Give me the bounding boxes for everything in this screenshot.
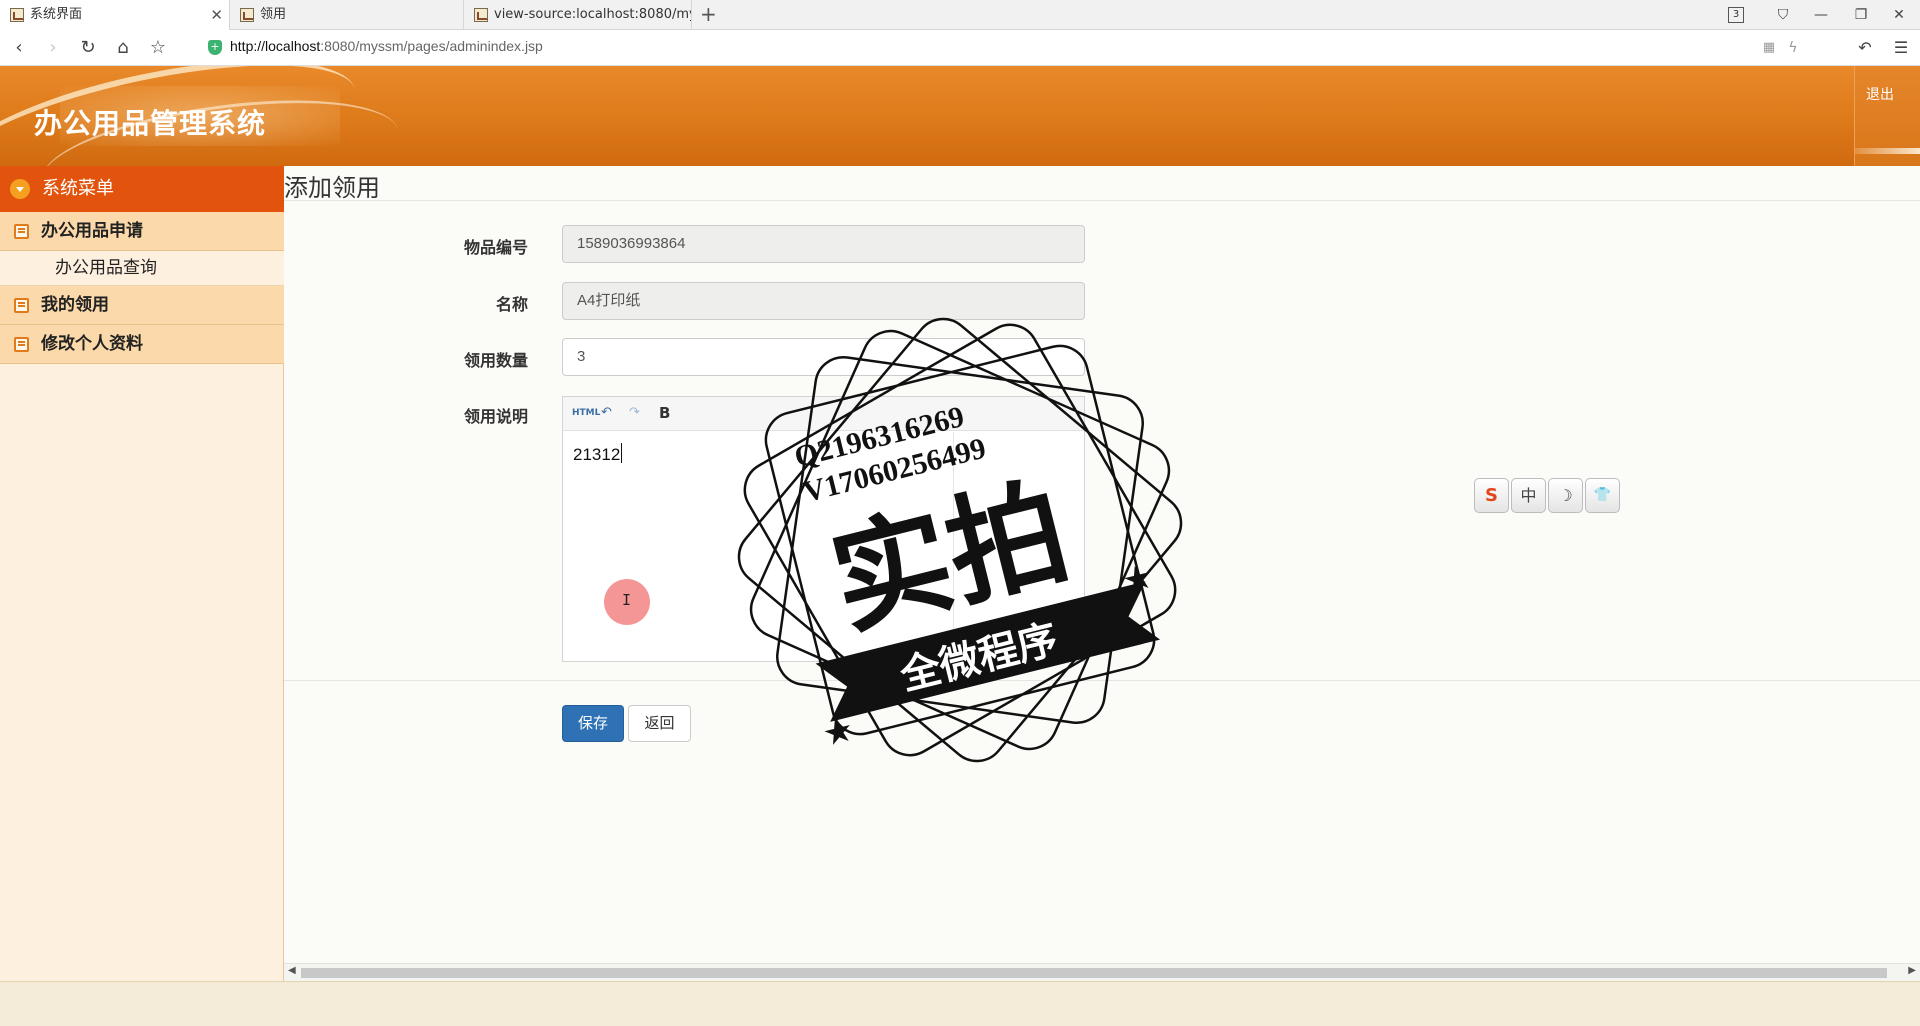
sogou-logo-icon[interactable]: S: [1474, 478, 1509, 513]
bookmark-star-icon[interactable]: ☆: [145, 35, 171, 61]
sidebar-group-label: 修改个人资料: [41, 334, 143, 354]
browser-nav-bar: ‹ › ↻ ⌂ ☆ + http://localhost:8080/myssm/…: [0, 30, 1920, 66]
lightning-icon[interactable]: ϟ: [1780, 35, 1806, 61]
sidebar-group-label: 我的领用: [41, 295, 109, 315]
redo-icon[interactable]: ↷: [629, 405, 640, 420]
page-favicon-icon: [10, 8, 24, 22]
save-button[interactable]: 保存: [562, 705, 624, 742]
logout-link[interactable]: 退出: [1866, 84, 1894, 104]
list-icon: [14, 224, 29, 239]
bold-icon[interactable]: B: [659, 404, 670, 422]
collapse-circle-icon: [10, 179, 30, 199]
ime-toolbar: S 中 ☽ 👕: [1474, 478, 1622, 514]
url-path: :8080/myssm/pages/adminindex.jsp: [320, 38, 543, 54]
menu-hamburger-icon[interactable]: ☰: [1888, 35, 1914, 61]
logout-area: 退出: [1854, 66, 1920, 166]
text-caret: [621, 443, 623, 463]
horizontal-scrollbar[interactable]: ◀ ▶: [284, 963, 1920, 981]
sidebar-item-supply-query[interactable]: 办公用品查询: [0, 251, 284, 286]
logout-streak: [1855, 148, 1920, 154]
forward-icon[interactable]: ›: [40, 35, 66, 61]
close-window-icon[interactable]: ✕: [1884, 0, 1914, 30]
system-menu-header[interactable]: 系统菜单: [0, 166, 284, 212]
description-label: 领用说明: [463, 407, 528, 426]
close-tab-icon[interactable]: ✕: [210, 0, 223, 30]
sidebar-item-label: 办公用品查询: [55, 258, 157, 278]
page-title: 添加领用: [284, 174, 380, 202]
list-icon: [14, 337, 29, 352]
reload-icon[interactable]: ↻: [75, 35, 101, 61]
app-header: 办公用品管理系统 退出: [0, 66, 1920, 166]
shirt-skin-icon[interactable]: 👕: [1585, 478, 1620, 513]
back-button[interactable]: 返回: [628, 705, 691, 742]
qr-icon[interactable]: ▦: [1756, 35, 1782, 61]
tab-lingyong[interactable]: 领用: [230, 0, 464, 30]
scroll-left-arrow-icon[interactable]: ◀: [288, 965, 296, 976]
mouse-cursor-highlight: I: [604, 579, 650, 625]
secure-shield-icon: +: [208, 40, 222, 55]
editor-text: 21312: [573, 445, 621, 464]
tab-title: 领用: [260, 7, 287, 22]
sidebar: 系统菜单 办公用品申请 办公用品查询 我的领用 修改个人资料: [0, 166, 284, 981]
moon-icon[interactable]: ☽: [1548, 478, 1583, 513]
title-divider: [284, 200, 1920, 201]
scroll-right-arrow-icon[interactable]: ▶: [1908, 965, 1916, 976]
new-tab-plus-icon[interactable]: +: [700, 2, 717, 26]
restore-icon[interactable]: ❐: [1846, 0, 1876, 30]
home-icon[interactable]: ⌂: [110, 35, 136, 61]
item-number-label: 物品编号: [463, 238, 528, 257]
shirt-skin-icon[interactable]: ⛉: [1768, 0, 1798, 30]
minimize-icon[interactable]: —: [1806, 0, 1836, 30]
address-bar[interactable]: http://localhost:8080/myssm/pages/admini…: [230, 38, 543, 54]
app-title: 办公用品管理系统: [34, 107, 267, 140]
quantity-label: 领用数量: [463, 351, 528, 370]
html-source-button[interactable]: HTML: [572, 408, 600, 418]
url-host: http://localhost: [230, 38, 321, 54]
scrollbar-thumb[interactable]: [301, 968, 1887, 978]
tab-count-badge[interactable]: 3: [1728, 7, 1744, 23]
undo-icon[interactable]: ↶: [601, 405, 612, 420]
back-icon[interactable]: ‹: [6, 35, 32, 61]
text-cursor-icon: I: [622, 591, 632, 609]
list-icon: [14, 298, 29, 313]
browser-status-bar: [0, 981, 1920, 1026]
page-favicon-icon: [240, 8, 254, 22]
menu-title: 系统菜单: [42, 178, 114, 199]
browser-tab-bar: 系统界面 ✕ 领用 view-source:localhost:8080/my …: [0, 0, 1920, 30]
chinese-mode-button[interactable]: 中: [1511, 478, 1546, 513]
undo-history-icon[interactable]: ↶: [1852, 35, 1878, 61]
tab-system-interface[interactable]: 系统界面 ✕: [0, 0, 230, 30]
item-number-field[interactable]: 1589036993864: [562, 225, 1085, 263]
sidebar-group-supply-request[interactable]: 办公用品申请: [0, 212, 284, 251]
sidebar-group-label: 办公用品申请: [41, 221, 143, 241]
name-label: 名称: [495, 295, 528, 314]
sidebar-group-edit-profile[interactable]: 修改个人资料: [0, 325, 284, 364]
watermark-stamp: Q2196316269 V17060256499 实拍 全微程序 ★ ★: [737, 317, 1183, 763]
page-favicon-icon: [474, 8, 488, 22]
tab-view-source[interactable]: view-source:localhost:8080/my: [464, 0, 692, 30]
editor-content[interactable]: 21312: [573, 443, 623, 465]
tab-title: view-source:localhost:8080/my: [494, 7, 692, 22]
tab-title: 系统界面: [30, 7, 83, 22]
sidebar-group-my-requisitions[interactable]: 我的领用: [0, 286, 284, 325]
